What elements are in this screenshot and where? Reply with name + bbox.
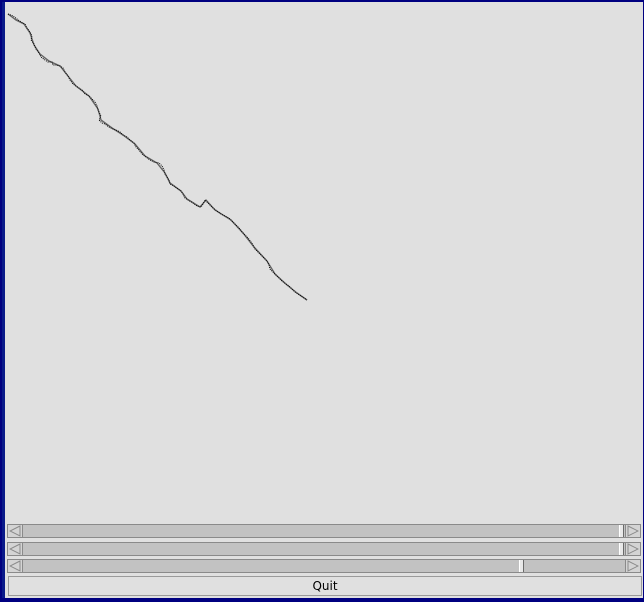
scrollbar-3[interactable] [7, 559, 641, 573]
arrow-right-icon[interactable] [625, 525, 640, 537]
scrollbar-1[interactable] [7, 524, 641, 538]
arrow-left-icon[interactable] [8, 525, 23, 537]
scrollbar-thumb[interactable] [619, 525, 624, 537]
scrollbar-2[interactable] [7, 542, 641, 556]
trace-overlay [7, 13, 308, 301]
drawing-canvas[interactable] [5, 2, 643, 522]
app-window: Quit [2, 2, 643, 598]
trace-plot [7, 13, 308, 301]
scrollbar-thumb[interactable] [519, 560, 524, 572]
arrow-left-icon[interactable] [8, 543, 23, 555]
scrollbar-thumb[interactable] [619, 543, 624, 555]
random-walk-trace [7, 13, 308, 301]
arrow-right-icon[interactable] [625, 560, 640, 572]
arrow-left-icon[interactable] [8, 560, 23, 572]
arrow-right-icon[interactable] [625, 543, 640, 555]
quit-button[interactable]: Quit [8, 576, 642, 596]
